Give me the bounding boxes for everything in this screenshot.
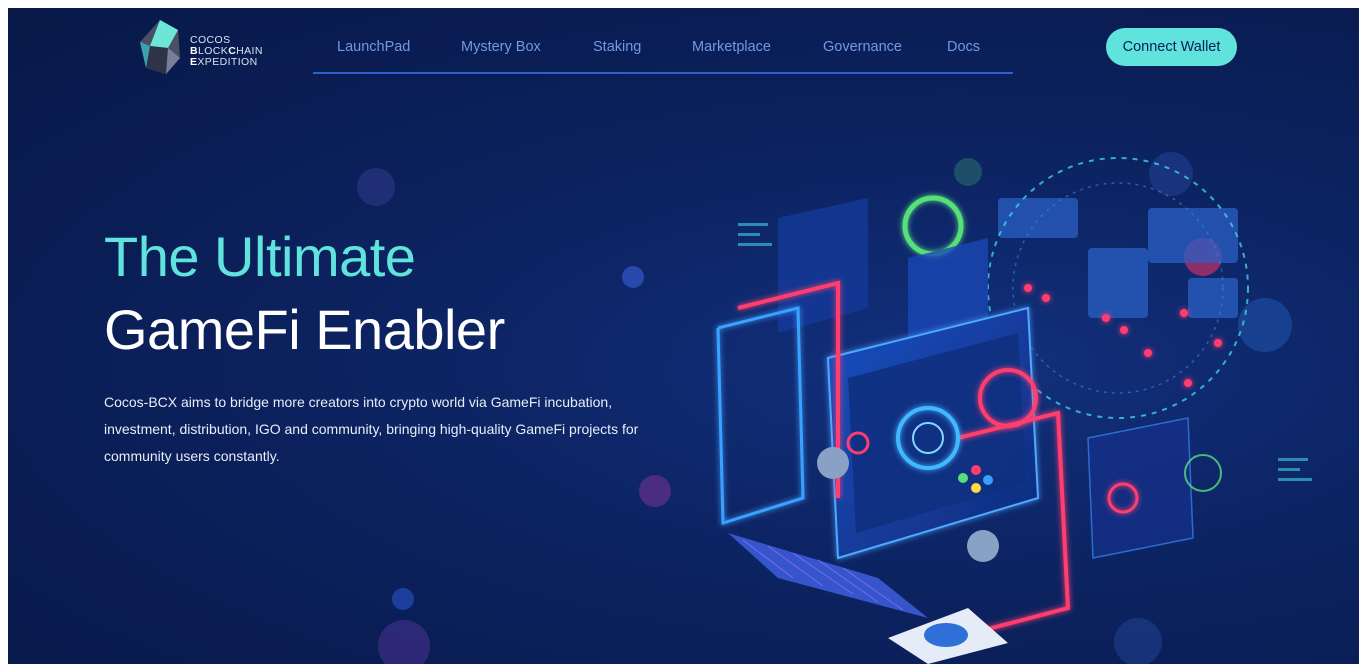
cocos-crystal-logo-icon (140, 20, 180, 74)
brand-letters: XPEDITION (197, 56, 258, 68)
isometric-computer-gaming-illustration (716, 157, 1312, 664)
hero-title-line-2: GameFi Enabler (104, 298, 505, 361)
main-nav: LaunchPad Mystery Box Staking Marketplac… (313, 8, 1013, 74)
bubble-decoration (357, 168, 395, 206)
nav-governance[interactable]: Governance (823, 39, 902, 55)
nav-staking[interactable]: Staking (593, 39, 641, 55)
nav-marketplace[interactable]: Marketplace (692, 39, 771, 55)
brand-wordmark: COCOS BLOCKCHAIN EXPEDITION (190, 35, 263, 68)
hero-title-line-1: The Ultimate (104, 225, 416, 288)
nav-launchpad[interactable]: LaunchPad (337, 39, 410, 55)
nav-mystery-box[interactable]: Mystery Box (461, 39, 541, 55)
hero-page: COCOS BLOCKCHAIN EXPEDITION LaunchPad My… (8, 8, 1359, 664)
hero-illustration (628, 138, 1328, 664)
bubble-decoration (392, 588, 414, 610)
bubble-decoration (378, 620, 430, 664)
hero-description: Cocos-BCX aims to bridge more creators i… (104, 394, 639, 464)
brand-line-3: EXPEDITION (190, 57, 263, 68)
brand-logo[interactable]: COCOS BLOCKCHAIN EXPEDITION (138, 18, 283, 76)
nav-docs[interactable]: Docs (947, 39, 980, 55)
connect-wallet-button[interactable]: Connect Wallet (1106, 28, 1237, 66)
